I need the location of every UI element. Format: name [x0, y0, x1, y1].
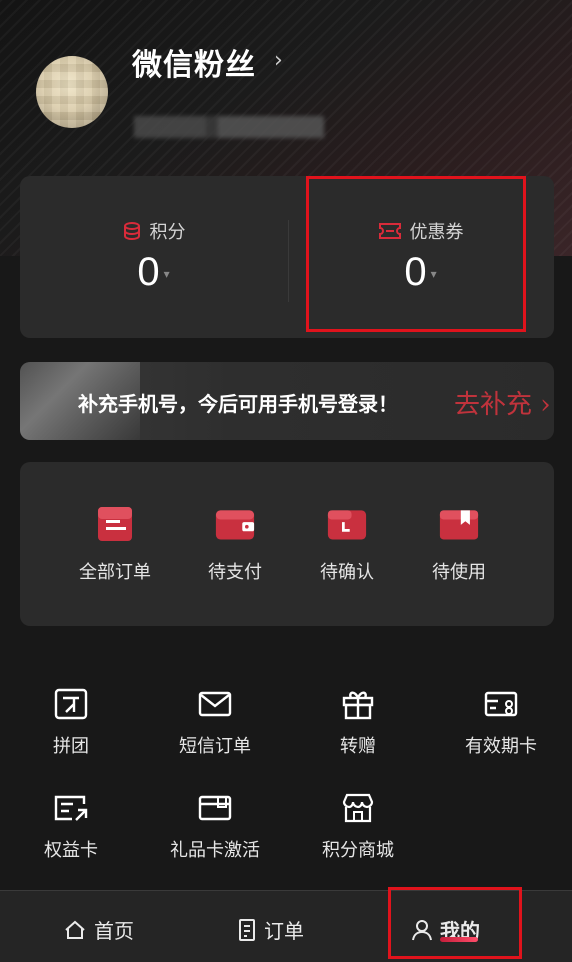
service-validity-card[interactable]: 有效期卡	[446, 688, 556, 758]
points-coin-icon	[123, 222, 140, 241]
user-icon	[412, 919, 432, 940]
order-pending-confirm[interactable]: 待确认	[292, 506, 402, 584]
order-to-use[interactable]: 待使用	[404, 506, 514, 584]
home-icon	[65, 920, 85, 939]
service-gift-card-activate[interactable]: 礼品卡激活	[160, 792, 270, 862]
service-label: 有效期卡	[465, 736, 537, 757]
tab-home[interactable]: 首页	[64, 915, 134, 944]
points-label: 积分	[149, 222, 186, 243]
order-doc-icon	[239, 918, 255, 941]
validity-card-icon	[484, 691, 518, 717]
active-tab-indicator	[440, 937, 478, 942]
service-label: 拼团	[53, 736, 89, 757]
banner-cta-link[interactable]: 去补充 ›	[454, 384, 551, 421]
banner-text: 补充手机号，今后可用手机号登录！	[78, 392, 398, 416]
service-label: 转赠	[340, 736, 376, 757]
mail-icon	[198, 691, 232, 717]
service-gift-transfer[interactable]: 转赠	[303, 688, 413, 758]
tab-label: 订单	[264, 919, 304, 943]
bookmark-icon	[439, 510, 479, 540]
clock-card-icon	[327, 510, 367, 540]
orders-card: 全部订单 待支付 待确认 待使用	[20, 462, 554, 626]
order-label: 待使用	[432, 562, 486, 583]
service-label: 积分商城	[322, 840, 394, 861]
order-label: 待支付	[208, 562, 262, 583]
gift-icon	[342, 691, 374, 720]
ticket-icon	[378, 223, 401, 239]
service-group-buy[interactable]: 拼团	[16, 688, 126, 758]
points-stat[interactable]: 积分 0 ▾	[20, 218, 287, 295]
blurred-user-id	[134, 116, 324, 138]
caret-down-icon: ▾	[430, 267, 437, 282]
chevron-right-icon[interactable]: ›	[274, 48, 283, 73]
benefit-card-icon	[54, 795, 88, 821]
order-label: 待确认	[320, 562, 374, 583]
points-value: 0	[137, 250, 160, 294]
points-coupons-card: 积分 0 ▾ 优惠券 0 ▾	[20, 176, 554, 338]
order-all[interactable]: 全部订单	[60, 506, 170, 584]
service-sms-order[interactable]: 短信订单	[160, 688, 270, 758]
tab-orders[interactable]: 订单	[238, 915, 304, 944]
caret-down-icon: ▾	[163, 267, 170, 282]
order-label: 全部订单	[79, 562, 151, 583]
avatar[interactable]	[36, 56, 108, 128]
gift-card-icon	[198, 795, 232, 821]
all-orders-icon	[98, 507, 132, 541]
service-label: 短信订单	[179, 736, 251, 757]
bind-phone-banner[interactable]: 补充手机号，今后可用手机号登录！ 去补充 ›	[20, 362, 554, 440]
bottom-tab-bar: 首页 订单 我的	[0, 890, 572, 962]
wallet-icon	[215, 510, 255, 540]
service-label: 权益卡	[44, 840, 98, 861]
coupons-value: 0	[404, 250, 427, 294]
profile-name[interactable]: 微信粉丝	[132, 40, 256, 84]
group-buy-icon	[54, 688, 88, 720]
shop-icon	[342, 793, 374, 823]
order-pending-payment[interactable]: 待支付	[180, 506, 290, 584]
service-label: 礼品卡激活	[170, 840, 260, 861]
coupons-stat[interactable]: 优惠券 0 ▾	[287, 218, 554, 295]
service-points-mall[interactable]: 积分商城	[303, 792, 413, 862]
service-benefit-card[interactable]: 权益卡	[16, 792, 126, 862]
coupons-label: 优惠券	[409, 222, 464, 243]
tab-label: 首页	[94, 919, 134, 943]
